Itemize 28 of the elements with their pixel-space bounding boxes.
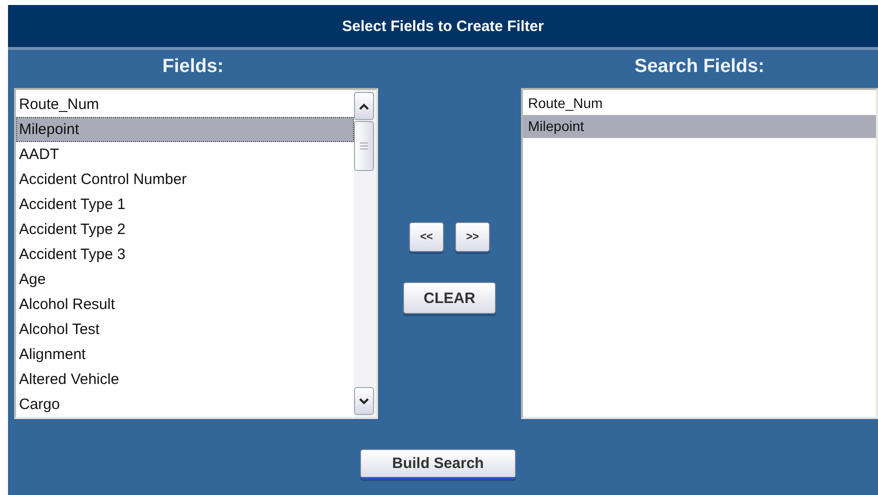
scroll-up-icon[interactable]: [354, 92, 374, 120]
list-item[interactable]: Altered Vehicle: [16, 367, 354, 392]
list-item[interactable]: Age: [16, 267, 354, 292]
list-item[interactable]: Milepoint: [16, 117, 354, 142]
list-item[interactable]: Accident Type 3: [16, 242, 354, 267]
list-item[interactable]: Accident Type 2: [16, 217, 354, 242]
list-item[interactable]: Cargo: [16, 392, 354, 417]
scroll-down-icon[interactable]: [354, 387, 374, 415]
list-item[interactable]: Route_Num: [16, 92, 354, 117]
move-button[interactable]: <<: [409, 222, 444, 252]
list-item[interactable]: Alcohol Result: [16, 292, 354, 317]
list-item[interactable]: Milepoint: [523, 115, 876, 138]
move-button[interactable]: >>: [455, 222, 490, 252]
search-fields-listbox[interactable]: Route_Num Milepoint: [521, 88, 878, 419]
column-heading: Fields:: [161, 55, 225, 79]
fields-listbox[interactable]: Route_Num Milepoint AADT Accident Control Number Accident Type 1 Accident Type 2 Accident Type 3 Age Alcohol Result Alcohol Test Alignment Altered Vehicle Cargo: [14, 88, 378, 419]
list-item[interactable]: Route_Num: [523, 92, 876, 115]
build-search-button[interactable]: Build Search: [360, 449, 516, 479]
panel-title: Select Fields to Create Filter: [8, 5, 878, 50]
scroll-thumb[interactable]: [354, 121, 374, 171]
list-item[interactable]: Accident Type 1: [16, 192, 354, 217]
list-item[interactable]: AADT: [16, 142, 354, 167]
list-item[interactable]: Alignment: [16, 342, 354, 367]
scrollbar[interactable]: [354, 90, 376, 417]
list-item[interactable]: Alcohol Test: [16, 317, 354, 342]
column-heading: Search Fields:: [634, 55, 766, 79]
clear-button[interactable]: CLEAR: [403, 282, 496, 314]
list-item[interactable]: Accident Control Number: [16, 167, 354, 192]
